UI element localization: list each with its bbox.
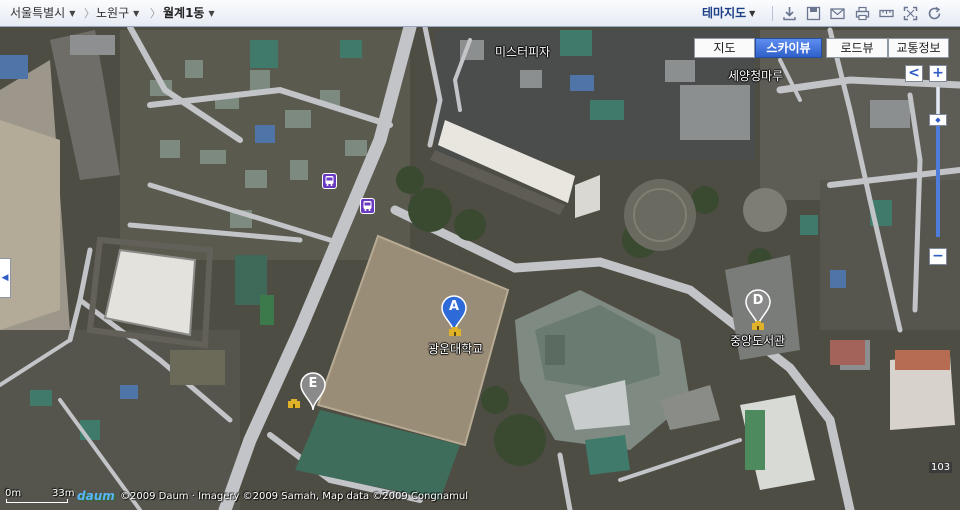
chevron-down-icon: ▼ xyxy=(208,9,215,18)
marker-letter: E xyxy=(308,376,318,391)
scale-end-label: 33m xyxy=(52,488,75,499)
breadcrumb-separator-icon: 〉 xyxy=(150,7,161,20)
map-app: 서울특별시 ▼ 〉 노원구 ▼ 〉 월계1동 ▼ 테마지도 ▼ 미스터피자 세양… xyxy=(0,0,960,510)
scale-bar xyxy=(6,499,68,503)
tab-traffic[interactable]: 교통정보 xyxy=(888,38,949,58)
save-icon[interactable] xyxy=(806,6,821,21)
school-icon xyxy=(752,321,764,330)
scale-start-label: 0m xyxy=(5,488,22,499)
chevron-down-icon: ▼ xyxy=(133,9,140,18)
zoom-slider-handle[interactable]: ◆ xyxy=(929,114,947,126)
fullscreen-icon[interactable] xyxy=(903,6,918,21)
neighborhood-selector[interactable]: 월계1동 ▼ xyxy=(163,0,215,26)
print-icon[interactable] xyxy=(855,6,870,21)
marker-letter: A xyxy=(448,299,460,314)
mail-icon[interactable] xyxy=(830,6,845,21)
tab-roadview[interactable]: 로드뷰 xyxy=(826,38,888,58)
school-icon xyxy=(288,399,300,408)
zoom-level-fill xyxy=(936,120,940,237)
theme-map-button[interactable]: 테마지도 ▼ xyxy=(702,0,755,27)
theme-map-label: 테마지도 xyxy=(702,6,747,20)
download-icon[interactable] xyxy=(782,6,797,21)
daum-logo[interactable]: daum xyxy=(77,489,117,505)
bus-stop-icon[interactable] xyxy=(360,198,375,214)
chevron-down-icon: ▼ xyxy=(69,9,76,18)
neighborhood-label: 월계1동 xyxy=(163,6,205,20)
marker-letter: D xyxy=(752,293,764,308)
marker-e[interactable]: E xyxy=(300,372,326,412)
tab-map[interactable]: 지도 xyxy=(694,38,755,58)
place-label-mister-pizza[interactable]: 미스터피자 xyxy=(495,43,550,60)
place-label-seyang-cheongmaru[interactable]: 세양청마루 xyxy=(728,67,783,84)
ruler-icon[interactable] xyxy=(879,6,894,21)
skyview-map[interactable]: 미스터피자 세양청마루 광운대학교 중앙도서관 A D E xyxy=(0,27,960,510)
top-bar: 서울특별시 ▼ 〉 노원구 ▼ 〉 월계1동 ▼ 테마지도 ▼ xyxy=(0,0,960,27)
building-number-label: 103 xyxy=(929,462,953,473)
chevron-left-icon: ◀ xyxy=(1,273,9,283)
district-selector[interactable]: 노원구 ▼ xyxy=(96,0,139,26)
aerial-imagery xyxy=(0,27,960,510)
refresh-icon[interactable] xyxy=(927,6,942,21)
toolbar-divider xyxy=(772,6,773,21)
breadcrumb-separator-icon: 〉 xyxy=(84,7,95,20)
city-selector[interactable]: 서울특별시 ▼ xyxy=(10,0,75,26)
logo-text: daum xyxy=(77,489,115,503)
previous-view-button[interactable]: < xyxy=(905,65,923,82)
place-label-central-library[interactable]: 중앙도서관 xyxy=(730,332,785,349)
tab-skyview[interactable]: 스카이뷰 xyxy=(755,38,822,58)
zoom-out-button[interactable]: − xyxy=(929,248,947,265)
bus-stop-icon[interactable] xyxy=(322,173,337,189)
copyright-text: ©2009 Daum · Imagery ©2009 Samah, Map da… xyxy=(120,491,468,502)
school-icon xyxy=(449,327,461,336)
expand-panel-button[interactable]: ◀ xyxy=(0,258,11,298)
zoom-in-button[interactable]: + xyxy=(929,65,947,82)
district-label: 노원구 xyxy=(96,6,130,20)
chevron-down-icon: ▼ xyxy=(749,9,756,18)
city-label: 서울특별시 xyxy=(10,6,66,20)
place-label-kwangwoon-univ[interactable]: 광운대학교 xyxy=(428,340,483,357)
